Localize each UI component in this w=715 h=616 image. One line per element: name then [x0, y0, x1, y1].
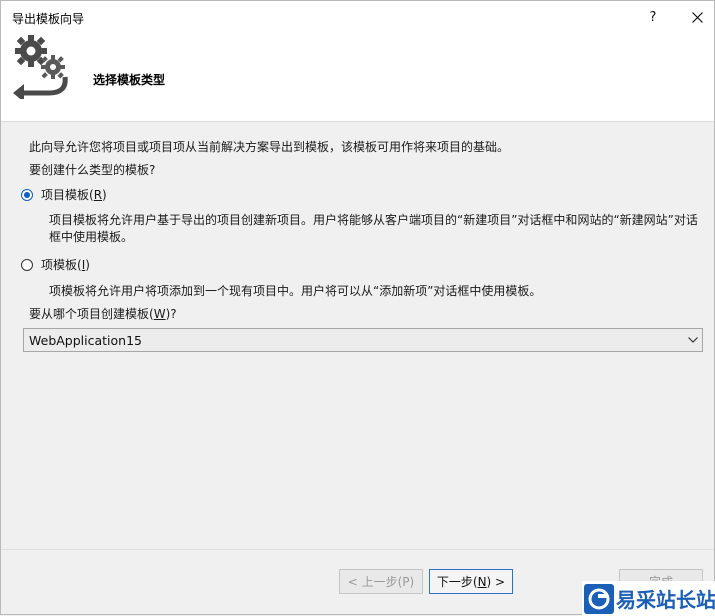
help-button[interactable]: ?	[636, 1, 670, 33]
item-template-description: 项模板将允许用户将项添加到一个现有项目中。用户将可以从“添加新项”对话框中使用模…	[49, 284, 542, 298]
footer-divider	[1, 549, 714, 550]
export-template-wizard-window: 导出模板向导 ? 选择模板类型 此向导允许您将项目或项目项从当前解决方案导出到模…	[0, 0, 715, 616]
watermark: 易采站长站	[582, 581, 715, 616]
template-type-question: 要创建什么类型的模板?	[29, 163, 156, 177]
radio-project-template-indicator[interactable]	[21, 188, 33, 201]
watermark-logo-icon	[584, 583, 614, 614]
radio-project-template-label: 项目模板(R)	[41, 188, 107, 202]
watermark-text: 易采站长站	[616, 588, 715, 612]
title-bar: 导出模板向导 ?	[1, 1, 714, 33]
prev-button[interactable]: < 上一步(P)	[339, 569, 423, 594]
radio-item-template-indicator[interactable]	[21, 258, 33, 271]
next-button[interactable]: 下一步(N) >	[429, 569, 513, 594]
project-prompt-label: 要从哪个项目创建模板(W)?	[29, 307, 177, 321]
wizard-header: 选择模板类型	[1, 33, 714, 122]
project-template-description: 项目模板将允许用户基于导出的项目创建新项目。用户将能够从客户端项目的“新建项目”…	[49, 213, 698, 244]
help-icon: ?	[649, 9, 657, 25]
project-select[interactable]: WebApplication15	[23, 328, 703, 352]
page-title: 选择模板类型	[93, 73, 166, 87]
close-button[interactable]	[680, 1, 714, 33]
gears-arrow-icon	[13, 35, 68, 99]
close-icon	[691, 11, 703, 23]
chevron-down-icon[interactable]	[684, 329, 702, 351]
radio-project-template[interactable]: 项目模板(R)	[21, 186, 107, 203]
radio-item-template[interactable]: 项模板(I)	[21, 256, 90, 273]
radio-item-template-label: 项模板(I)	[41, 258, 90, 272]
intro-text: 此向导允许您将项目或项目项从当前解决方案导出到模板，该模板可用作将来项目的基础。	[29, 140, 510, 154]
project-select-value: WebApplication15	[29, 332, 143, 348]
window-title: 导出模板向导	[12, 12, 85, 26]
